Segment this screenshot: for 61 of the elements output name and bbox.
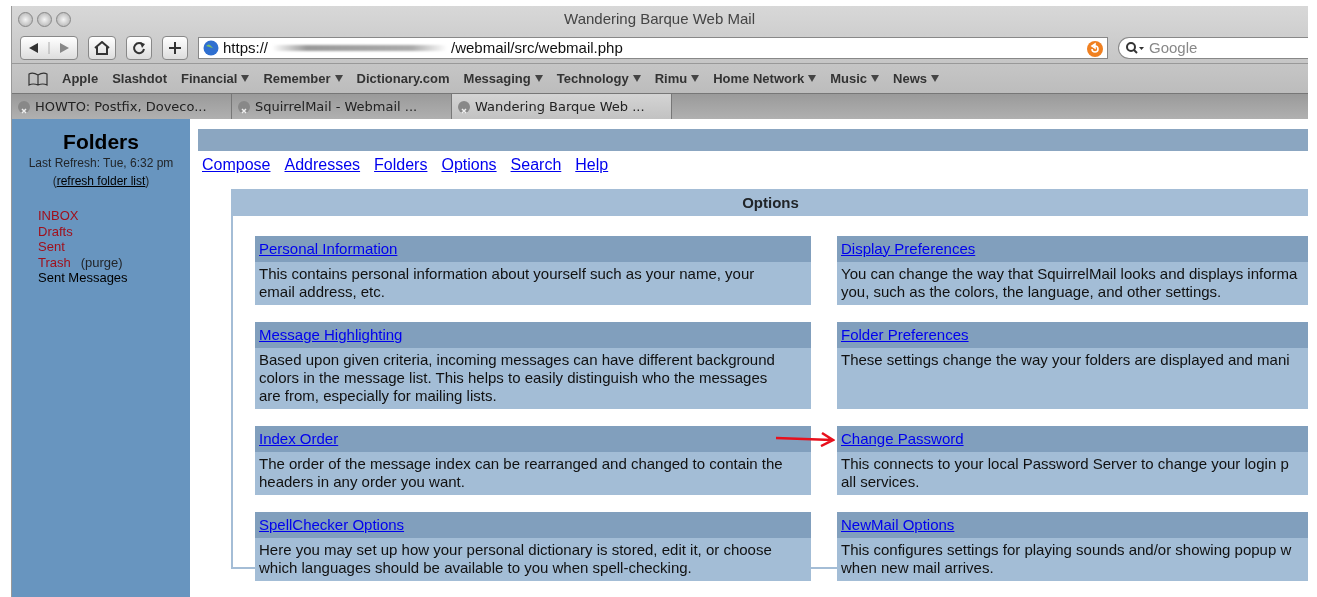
folder-link[interactable]: Sent Messages: [38, 270, 128, 286]
nav-link[interactable]: Folders: [374, 153, 428, 177]
caret-icon[interactable]: [931, 75, 940, 82]
option-description: You can change the way that SquirrelMail looks and displays informa you, such as the colors, the language, and other settings.: [840, 264, 1299, 302]
caret-icon[interactable]: [871, 75, 880, 82]
refresh-link[interactable]: refresh folder list: [56, 174, 146, 189]
search-placeholder: Google: [1149, 37, 1198, 58]
last-refresh-text: Last Refresh: Tue, 6:32 pm: [27, 155, 175, 173]
bookmark-link[interactable]: Remember: [263, 68, 331, 89]
bookmark-link[interactable]: Apple: [62, 68, 99, 89]
bookmark-link[interactable]: Slashdot: [112, 68, 168, 89]
option-description: These settings change the way your folders are displayed and mani: [840, 350, 1291, 370]
bookmark-link[interactable]: Home Network: [713, 68, 805, 89]
home-icon: [94, 41, 110, 55]
option-description: The order of the message index can be rearranged and changed to contain the headers in any order you want.: [258, 454, 784, 492]
options-title: Options: [233, 191, 1308, 216]
url-text: https://: [223, 37, 269, 58]
new-tab-button[interactable]: [162, 36, 188, 60]
reload-button[interactable]: [126, 36, 152, 60]
paren-text: (: [52, 174, 57, 189]
address-field[interactable]: https:// /webmail/src/webmail.php: [198, 37, 1108, 59]
reload-icon: [132, 41, 146, 55]
bookmark-link[interactable]: Financial: [181, 68, 238, 89]
close-icon[interactable]: [238, 100, 250, 113]
caret-icon[interactable]: [632, 75, 641, 82]
option-description: This configures settings for playing sounds and/or showing popup w when new mail arrives.: [840, 540, 1293, 578]
back-forward-button[interactable]: [20, 36, 78, 60]
purge-link[interactable]: (purge): [80, 254, 123, 270]
option-description: This contains personal information about yourself such as your name, your email address, etc.: [258, 264, 756, 302]
option-description: Based upon given criteria, incoming messages can have different background colors in the message list. This helps to easily distinguish who the messages are from, especially for mailing lists.: [258, 350, 776, 406]
bookmark-link[interactable]: Rimu: [654, 68, 688, 89]
bookmark-link[interactable]: News: [893, 68, 928, 89]
bookmark-link[interactable]: Messaging: [463, 68, 531, 89]
caret-icon[interactable]: [534, 75, 543, 82]
close-icon[interactable]: [458, 100, 470, 113]
nav-link[interactable]: Addresses: [284, 153, 361, 177]
caret-icon[interactable]: [241, 75, 250, 82]
option-description: This connects to your local Password Server to change your login p all services.: [840, 454, 1290, 492]
sidebar-title: Folders: [62, 129, 140, 155]
window-title: Wandering Barque Web Mail: [563, 9, 756, 30]
browser-tab[interactable]: Wandering Barque Web ...: [452, 94, 672, 119]
search-field[interactable]: Google: [1118, 37, 1308, 59]
nav-link[interactable]: Options: [441, 153, 497, 177]
caret-icon[interactable]: [334, 75, 343, 82]
close-icon[interactable]: [18, 100, 30, 113]
caret-icon[interactable]: [808, 75, 817, 82]
search-icon: [1125, 41, 1145, 55]
nav-link[interactable]: Search: [510, 153, 562, 177]
option-description: Here you may set up how your personal dictionary is stored, edit it, or choose which languages should be available to you when spell-checking.: [258, 540, 773, 578]
back-forward-icon: [27, 42, 71, 54]
bookmark-link[interactable]: Dictionary.com: [356, 68, 450, 89]
home-button[interactable]: [88, 36, 116, 60]
caret-icon[interactable]: [691, 75, 700, 82]
bookmark-link[interactable]: Technology: [556, 68, 629, 89]
url-text: /webmail/src/webmail.php: [451, 37, 623, 58]
bookmark-link[interactable]: Music: [830, 68, 868, 89]
plus-icon: [168, 41, 182, 55]
nav-link[interactable]: Compose: [202, 153, 271, 177]
nav-link[interactable]: Help: [575, 153, 609, 177]
paren-text: ): [145, 174, 150, 189]
globe-icon: [203, 40, 219, 56]
